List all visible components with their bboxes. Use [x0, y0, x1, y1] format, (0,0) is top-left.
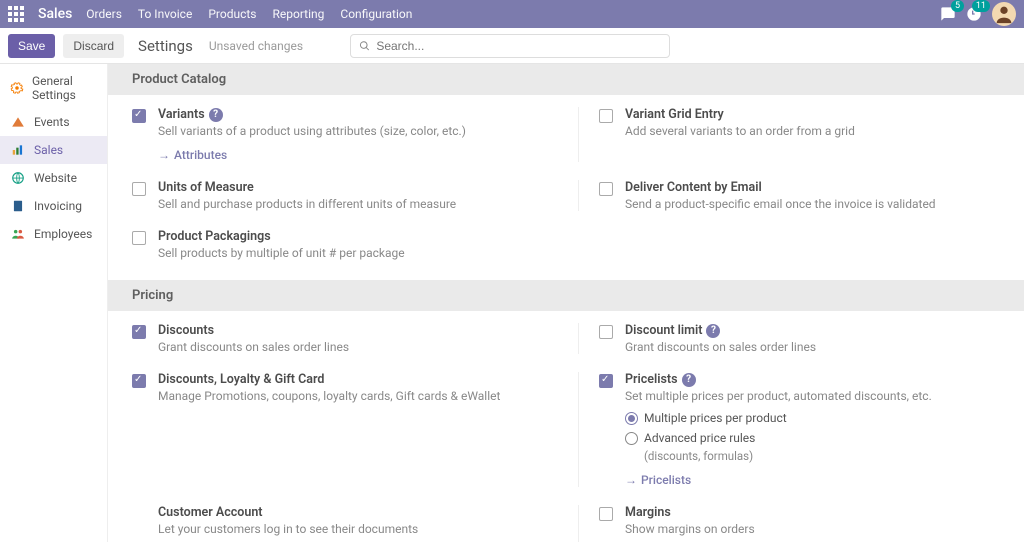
nav-orders[interactable]: Orders [86, 7, 122, 21]
setting-deliver-email: Deliver Content by Email Send a product-… [578, 180, 1000, 211]
radio-icon [625, 432, 638, 445]
setting-loyalty: Discounts, Loyalty & Gift Card Manage Pr… [132, 372, 554, 487]
settings-sidebar: General Settings Events Sales Website In… [0, 64, 108, 542]
control-panel: Save Discard Settings Unsaved changes [0, 28, 1024, 64]
setting-discounts: Discounts Grant discounts on sales order… [132, 323, 554, 354]
setting-desc: Manage Promotions, coupons, loyalty card… [158, 389, 554, 403]
setting-desc: Sell variants of a product using attribu… [158, 124, 554, 138]
setting-title: Variants [158, 107, 205, 122]
page-title: Settings [138, 37, 193, 55]
checkbox-margins[interactable] [599, 507, 613, 521]
events-icon [10, 114, 26, 130]
sidebar-item-general[interactable]: General Settings [0, 68, 107, 108]
website-icon [10, 170, 26, 186]
setting-desc: Sell and purchase products in different … [158, 197, 554, 211]
employees-icon [10, 226, 26, 242]
radio-advanced-rules[interactable]: Advanced price rules [625, 431, 1000, 445]
sidebar-item-label: General Settings [32, 74, 97, 102]
sidebar-item-website[interactable]: Website [0, 164, 107, 192]
setting-uom: Units of Measure Sell and purchase produ… [132, 180, 554, 211]
setting-desc: Add several variants to an order from a … [625, 124, 1000, 138]
setting-desc: Grant discounts on sales order lines [158, 340, 554, 354]
help-icon[interactable]: ? [682, 373, 696, 387]
sidebar-item-label: Sales [34, 143, 63, 157]
sidebar-item-label: Events [34, 115, 70, 129]
sidebar-item-events[interactable]: Events [0, 108, 107, 136]
top-navbar: Sales Orders To Invoice Products Reporti… [0, 0, 1024, 28]
setting-desc: Show margins on orders [625, 522, 1000, 536]
setting-title: Pricelists [625, 372, 678, 387]
setting-title: Customer Account [158, 505, 263, 520]
avatar[interactable] [992, 2, 1016, 26]
sidebar-item-label: Employees [34, 227, 92, 241]
radio-multiple-prices[interactable]: Multiple prices per product [625, 411, 1000, 425]
app-brand[interactable]: Sales [38, 6, 72, 22]
link-pricelists[interactable]: Pricelists [625, 473, 1000, 487]
search-box[interactable] [350, 34, 670, 58]
chat-icon[interactable]: 5 [940, 6, 956, 22]
setting-pricelists: Pricelists ? Set multiple prices per pro… [578, 372, 1000, 487]
setting-title: Discounts [158, 323, 214, 338]
search-input[interactable] [376, 39, 661, 53]
setting-desc: Sell products by multiple of unit # per … [158, 246, 554, 260]
setting-title: Discounts, Loyalty & Gift Card [158, 372, 324, 387]
nav-products[interactable]: Products [208, 7, 256, 21]
setting-customer-account: Customer Account Let your customers log … [132, 505, 554, 542]
gear-icon [10, 80, 24, 96]
setting-title: Deliver Content by Email [625, 180, 762, 195]
setting-title: Units of Measure [158, 180, 254, 195]
unsaved-status: Unsaved changes [209, 39, 303, 53]
sidebar-item-employees[interactable]: Employees [0, 220, 107, 248]
setting-variants: Variants ? Sell variants of a product us… [132, 107, 554, 162]
checkbox-deliver-email[interactable] [599, 182, 613, 196]
setting-desc: Send a product-specific email once the i… [625, 197, 1000, 211]
setting-title: Margins [625, 505, 671, 520]
activities-badge: 11 [972, 0, 990, 12]
setting-title: Product Packagings [158, 229, 271, 244]
help-icon[interactable]: ? [209, 108, 223, 122]
checkbox-loyalty[interactable] [132, 374, 146, 388]
sidebar-item-sales[interactable]: Sales [0, 136, 107, 164]
setting-desc: Set multiple prices per product, automat… [625, 389, 1000, 403]
sidebar-item-label: Website [34, 171, 77, 185]
discard-button[interactable]: Discard [63, 34, 124, 58]
radio-icon [625, 412, 638, 425]
setting-discount-limit: Discount limit ? Grant discounts on sale… [578, 323, 1000, 354]
setting-title: Discount limit [625, 323, 702, 338]
setting-desc: Let your customers log in to see their d… [158, 522, 554, 536]
setting-variant-grid: Variant Grid Entry Add several variants … [578, 107, 1000, 162]
nav-menu: Orders To Invoice Products Reporting Con… [86, 7, 412, 21]
chat-badge: 5 [951, 0, 964, 12]
radio-sub: (discounts, formulas) [644, 449, 1000, 463]
activities-icon[interactable]: 11 [966, 6, 982, 22]
nav-to-invoice[interactable]: To Invoice [138, 7, 192, 21]
checkbox-packagings[interactable] [132, 231, 146, 245]
checkbox-discounts[interactable] [132, 325, 146, 339]
section-header-pricing: Pricing [108, 280, 1024, 311]
sidebar-item-label: Invoicing [34, 199, 82, 213]
checkbox-variant-grid[interactable] [599, 109, 613, 123]
checkbox-discount-limit[interactable] [599, 325, 613, 339]
setting-desc: Grant discounts on sales order lines [625, 340, 1000, 354]
nav-reporting[interactable]: Reporting [272, 7, 324, 21]
settings-content: Product Catalog Variants ? Sell variants… [108, 64, 1024, 542]
nav-configuration[interactable]: Configuration [340, 7, 412, 21]
link-attributes[interactable]: Attributes [158, 148, 554, 162]
sales-icon [10, 142, 26, 158]
setting-margins: Margins Show margins on orders [578, 505, 1000, 542]
invoicing-icon [10, 198, 26, 214]
save-button[interactable]: Save [8, 34, 55, 58]
checkbox-uom[interactable] [132, 182, 146, 196]
apps-icon[interactable] [8, 6, 24, 22]
setting-title: Variant Grid Entry [625, 107, 724, 122]
help-icon[interactable]: ? [706, 324, 720, 338]
checkbox-pricelists[interactable] [599, 374, 613, 388]
section-header-catalog: Product Catalog [108, 64, 1024, 95]
setting-packagings: Product Packagings Sell products by mult… [132, 229, 554, 260]
checkbox-variants[interactable] [132, 109, 146, 123]
sidebar-item-invoicing[interactable]: Invoicing [0, 192, 107, 220]
